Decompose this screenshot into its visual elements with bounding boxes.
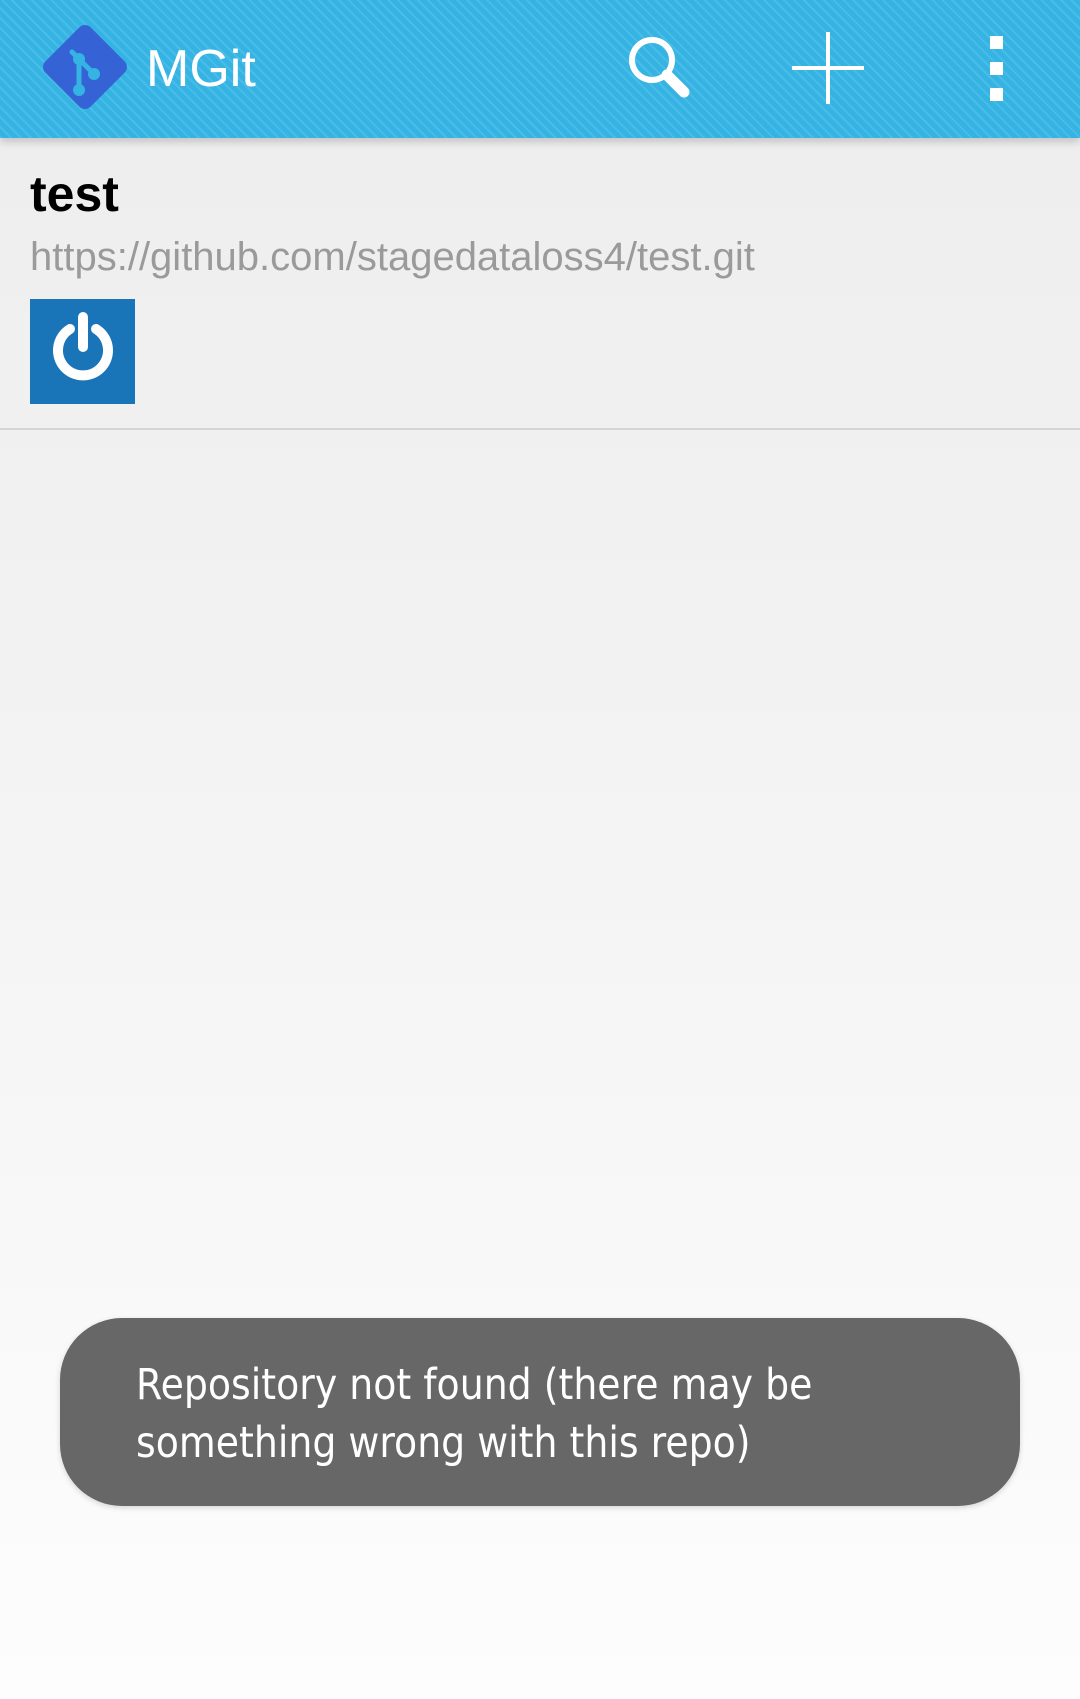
toast-message: Repository not found (there may be somet…	[60, 1318, 1020, 1506]
app-title: MGit	[146, 40, 256, 98]
repo-url: https://github.com/stagedataloss4/test.g…	[30, 235, 755, 279]
more-vertical-icon	[976, 28, 1016, 113]
toast-text: Repository not found (there may be somet…	[136, 1360, 813, 1468]
plus-icon	[788, 28, 868, 113]
search-button[interactable]	[610, 20, 710, 120]
action-bar: MGit	[0, 0, 1080, 138]
repo-list-item[interactable]: test https://github.com/stagedataloss4/t…	[0, 138, 1080, 430]
git-diamond-logo-icon[interactable]	[36, 18, 134, 116]
repo-status-badge	[30, 299, 135, 404]
repo-name: test	[30, 166, 119, 222]
add-repo-button[interactable]	[778, 20, 878, 120]
search-icon	[620, 28, 700, 113]
overflow-menu-button[interactable]	[946, 20, 1046, 120]
power-icon	[41, 307, 125, 396]
